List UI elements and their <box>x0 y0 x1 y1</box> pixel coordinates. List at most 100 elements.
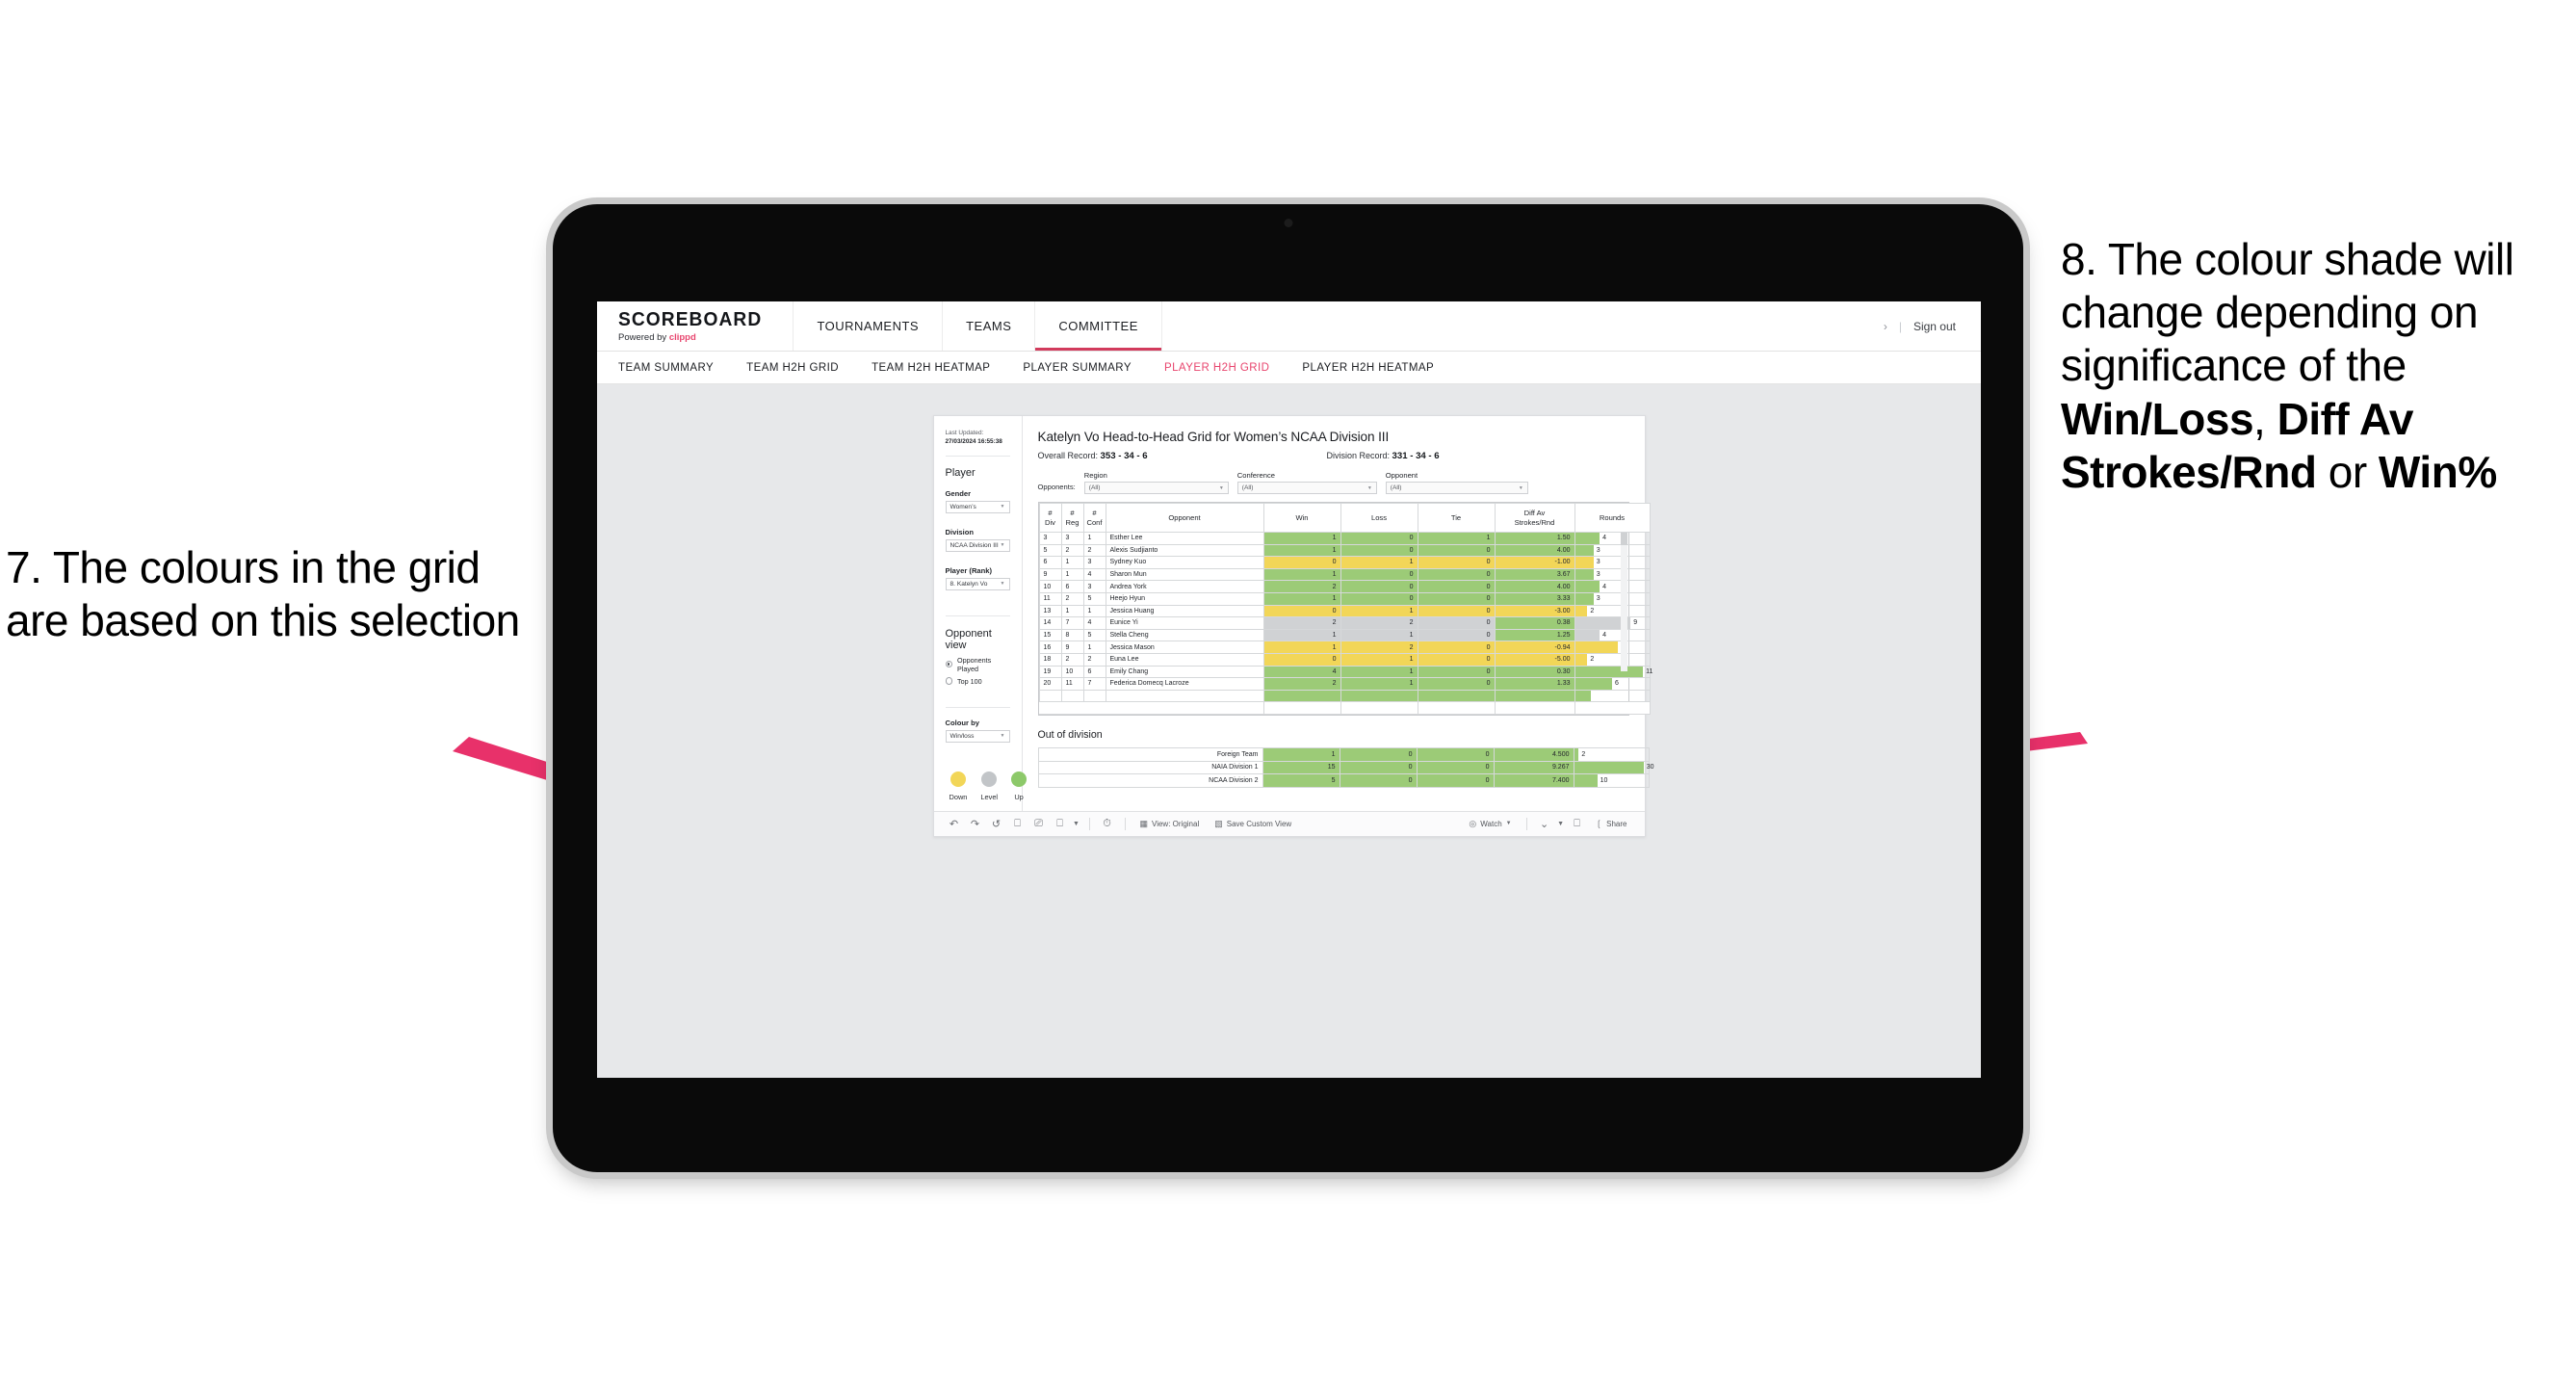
cell-conf: 7 <box>1082 677 1106 691</box>
player-rank-select[interactable]: 8. Katelyn Vo ▼ <box>945 577 1010 590</box>
col-opponent[interactable]: Opponent <box>1105 503 1264 533</box>
dashboard-icon[interactable]: ⎕ <box>1050 818 1071 830</box>
radio-top-100[interactable]: Top 100 <box>945 677 1010 686</box>
opponent-select[interactable]: (All) ▼ <box>1385 482 1528 494</box>
col-loss[interactable]: Loss <box>1340 503 1418 533</box>
table-row[interactable]: 20 11 7 Federica Domecq Lacroze 2 1 0 1.33 6 <box>1038 677 1651 691</box>
redo-icon[interactable]: ↷ <box>965 818 986 830</box>
region-value: (All) <box>1088 484 1101 491</box>
view-icon: ▦ <box>1139 818 1149 828</box>
primary-nav: TOURNAMENTS TEAMS COMMITTEE <box>794 301 1162 351</box>
opponent-filter-group: Opponent (All) ▼ <box>1385 471 1528 494</box>
cell-div: 9 <box>1038 567 1062 582</box>
chevron-right-icon[interactable]: › <box>1884 320 1887 333</box>
table-row[interactable]: 13 1 1 Jessica Huang 0 1 0 -3.00 2 <box>1038 604 1651 618</box>
cell-loss: 1 <box>1340 677 1418 691</box>
table-row[interactable]: 15 8 5 Stella Cheng 1 1 0 1.25 4 <box>1038 628 1651 642</box>
table-row[interactable]: 9 1 4 Sharon Mun 1 0 0 3.67 3 <box>1038 567 1651 582</box>
cell-conf: 5 <box>1082 591 1106 606</box>
table-row[interactable]: 19 10 6 Emily Chang 4 1 0 0.30 11 <box>1038 665 1652 679</box>
conference-caption: Conference <box>1236 471 1276 480</box>
download-icon[interactable]: ⌄ <box>1534 818 1555 830</box>
cell-loss: 1 <box>1340 628 1418 642</box>
region-select[interactable]: (All) ▼ <box>1083 482 1229 494</box>
subnav-item-team-summary[interactable]: TEAM SUMMARY <box>618 362 714 374</box>
chevron-down-icon: ▼ <box>1505 821 1512 827</box>
undo-icon[interactable]: ↶ <box>944 818 965 830</box>
subnav-item-team-h2h-heatmap[interactable]: TEAM H2H HEATMAP <box>872 362 990 374</box>
subnav-item-player-h2h-heatmap[interactable]: PLAYER H2H HEATMAP <box>1302 362 1434 374</box>
col-conf[interactable]: # Conf <box>1082 503 1106 533</box>
table-row[interactable]: 3 3 1 Esther Lee 1 0 1 1.50 4 <box>1038 532 1651 545</box>
toolbar-divider-3 <box>1525 817 1527 830</box>
division-select[interactable]: NCAA Division III ▼ <box>945 538 1010 552</box>
cell-rounds: 3 <box>1574 567 1651 582</box>
cell-diff: 4.500 <box>1493 746 1574 762</box>
table-row[interactable]: 1691Jessica Mason120-0.947 <box>1038 641 1651 654</box>
clock-icon[interactable]: ⏱ <box>1097 818 1118 830</box>
table-row[interactable]: 11 2 5 Heejo Hyun 1 0 0 3.33 3 <box>1038 591 1651 606</box>
watch-icon: ◎ <box>1469 818 1477 828</box>
col-rounds[interactable]: Rounds <box>1574 503 1651 533</box>
watch-button[interactable]: ◎ Watch ▼ <box>1461 819 1519 829</box>
colour-by-select[interactable]: Win/loss ▼ <box>945 729 1010 743</box>
cell-conf: 6 <box>1082 665 1106 679</box>
cell-loss: 0 <box>1340 543 1418 558</box>
view-original-button[interactable]: ▦ View: Original <box>1132 819 1208 829</box>
nav-item-teams[interactable]: TEAMS <box>943 301 1036 351</box>
col-tie-label: Tie <box>1450 512 1462 522</box>
table-row[interactable]: 5 2 2 Alexis Sudjianto 1 0 0 4.00 3 <box>1038 543 1651 558</box>
pause-updates-icon[interactable]: ⎚ <box>1028 818 1050 830</box>
cell-loss: 0 <box>1339 746 1418 762</box>
cell-rounds: 2 <box>1574 652 1651 667</box>
subnav-item-team-h2h-grid[interactable]: TEAM H2H GRID <box>746 362 839 374</box>
cell-opponent: Heejo Hyun <box>1105 591 1264 606</box>
conference-select[interactable]: (All) ▼ <box>1236 482 1377 494</box>
table-row[interactable]: 6 1 3 Sydney Kuo 0 1 0 -1.00 3 <box>1038 556 1651 569</box>
table-row[interactable]: 10 6 3 Andrea York 2 0 0 4.00 4 <box>1038 580 1651 593</box>
divider-2 <box>945 615 1010 616</box>
cell-tie: 0 <box>1417 604 1496 618</box>
subnav-item-player-summary[interactable]: PLAYER SUMMARY <box>1023 362 1132 374</box>
list-item[interactable]: Foreign Team 1 0 0 4.500 2 <box>1037 746 1650 762</box>
col-diff[interactable]: Diff Av Strokes/Rnd <box>1494 503 1575 533</box>
grid-scrollbar[interactable] <box>1620 533 1627 671</box>
subnav-item-player-h2h-grid[interactable]: PLAYER H2H GRID <box>1164 362 1269 374</box>
chevron-down-icon[interactable]: ▼ <box>1555 821 1567 827</box>
list-item[interactable]: NCAA Division 2 5 0 0 7.400 10 <box>1037 773 1650 788</box>
grid-scrollbar-thumb[interactable] <box>1620 533 1627 545</box>
share-button[interactable]: ❲ Share <box>1588 819 1635 829</box>
revert-all-icon[interactable]: ↺ <box>986 818 1007 830</box>
refresh-data-icon[interactable]: ⎕ <box>1007 818 1028 830</box>
col-reg[interactable]: # Reg <box>1060 503 1084 533</box>
gender-label: Gender <box>945 488 972 498</box>
overall-record-value: 353 - 34 - 6 <box>1100 451 1148 461</box>
record-row: Overall Record: 353 - 34 - 6 Division Re… <box>1038 451 1629 461</box>
cell-win: 1 <box>1262 567 1341 582</box>
col-win[interactable]: Win <box>1262 503 1341 533</box>
conference-filter-group: Conference (All) ▼ <box>1236 471 1377 494</box>
table-row[interactable]: 18 2 2 Euna Lee 0 1 0 -5.00 2 <box>1038 652 1651 667</box>
save-custom-view-button[interactable]: ▧ Save Custom View <box>1207 819 1299 829</box>
gender-select[interactable]: Women’s ▼ <box>945 500 1010 513</box>
cell-rounds: 30 <box>1573 760 1653 775</box>
cell-diff: -0.94 <box>1494 641 1575 654</box>
cell-tie: 0 <box>1417 641 1496 654</box>
toolbar-divider-1 <box>1088 817 1090 830</box>
cell-win: 1 <box>1262 628 1341 642</box>
chevron-down-icon[interactable]: ▼ <box>1071 821 1082 827</box>
sign-out-button[interactable]: Sign out <box>1913 320 1956 333</box>
nav-item-tournaments[interactable]: TOURNAMENTS <box>794 301 944 351</box>
list-item[interactable]: NAIA Division 1 15 0 0 9.267 30 <box>1037 760 1653 775</box>
nav-item-committee[interactable]: COMMITTEE <box>1035 301 1162 351</box>
radio-opponents-played[interactable]: Opponents Played <box>945 656 1010 673</box>
cell-opponent: Sydney Kuo <box>1105 556 1264 569</box>
bottom-toolbar: ↶ ↷ ↺ ⎕ ⎚ ⎕ ▼ ⏱ ▦ View: Original ▧ Save … <box>933 810 1645 836</box>
brand-logo[interactable]: SCOREBOARD Powered by clippd <box>597 301 794 351</box>
table-row[interactable]: 14 7 4 Eunice Yi 2 2 0 0.38 9 <box>1038 616 1651 630</box>
cell-reg: 2 <box>1060 543 1084 558</box>
col-tie[interactable]: Tie <box>1417 503 1496 533</box>
fullscreen-icon[interactable]: ⎕ <box>1567 818 1588 830</box>
cell-rounds: 4 <box>1574 628 1651 642</box>
col-div[interactable]: # Div <box>1038 503 1062 533</box>
